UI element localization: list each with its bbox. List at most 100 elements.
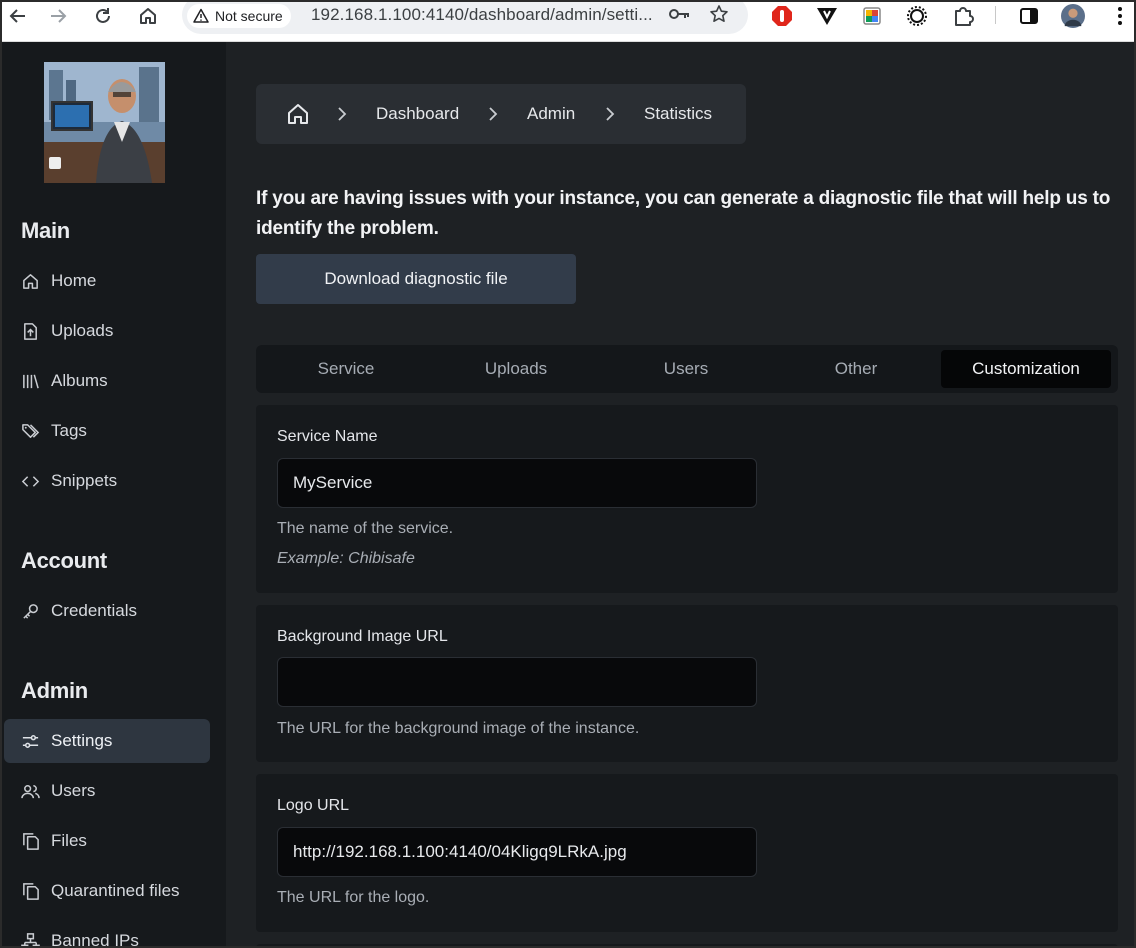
sidebar-item-label: Snippets [51, 471, 118, 490]
palette-icon [863, 7, 881, 25]
main-content: Dashboard Admin Statistics If you are ha… [226, 42, 1134, 946]
puzzle-icon [955, 7, 974, 26]
sidebar-item-label: Albums [51, 371, 108, 390]
logo-illustration [44, 62, 165, 183]
background-image-help: The URL for the background image of the … [277, 720, 640, 737]
forward-button[interactable] [44, 2, 72, 30]
sidebar-item-label: Home [51, 271, 97, 290]
arrow-right-icon [51, 9, 67, 23]
sidebar: Main Home Uploads Albums Tags Snippets A… [2, 42, 226, 948]
home-icon [288, 104, 308, 124]
breadcrumb-admin[interactable]: Admin [527, 104, 575, 124]
code-icon [21, 475, 40, 487]
breadcrumb-home[interactable] [286, 102, 310, 131]
sidebar-item-label: Settings [51, 731, 113, 750]
sidebar-item-label: Banned IPs [51, 931, 139, 948]
security-label: Not secure [215, 8, 283, 24]
browser-toolbar: Not secure 192.168.1.100:4140/dashboard/… [2, 2, 1134, 42]
breadcrumb: Dashboard Admin Statistics [256, 84, 746, 144]
sidebar-item-settings[interactable]: Settings [4, 719, 210, 763]
breadcrumb-statistics[interactable]: Statistics [644, 104, 712, 124]
reload-icon [96, 8, 110, 23]
chevron-right-icon [489, 107, 498, 121]
profile-avatar-icon [1061, 4, 1085, 28]
files-icon [23, 832, 39, 850]
download-diagnostic-button[interactable]: Download diagnostic file [256, 254, 576, 304]
profile-button[interactable] [1061, 4, 1085, 28]
reload-button[interactable] [89, 2, 117, 30]
extension-adblock[interactable] [770, 4, 794, 28]
chevron-right-icon [338, 107, 347, 121]
side-panel-icon [1020, 8, 1038, 24]
address-bar[interactable]: Not secure 192.168.1.100:4140/dashboard/… [182, 2, 748, 34]
kebab-menu-icon [1118, 7, 1122, 25]
sidebar-item-home[interactable]: Home [4, 259, 210, 303]
bookmark-button[interactable] [707, 2, 731, 26]
tab-other[interactable]: Other [771, 350, 941, 388]
tags-icon [22, 423, 40, 438]
sun-gear-icon [907, 6, 927, 26]
users-icon [21, 784, 40, 798]
sidebar-item-credentials[interactable]: Credentials [4, 589, 210, 633]
service-name-input[interactable] [277, 458, 757, 508]
security-chip[interactable]: Not secure [187, 4, 291, 28]
sidebar-item-files[interactable]: Files [4, 819, 210, 863]
network-icon [21, 932, 40, 946]
sliders-icon [22, 734, 39, 748]
service-name-card: Service Name The name of the service. Ex… [256, 405, 1118, 593]
tab-customization[interactable]: Customization [941, 350, 1111, 388]
logo-url-card: Logo URL The URL for the logo. [256, 774, 1118, 932]
extension-color[interactable] [860, 4, 884, 28]
tab-uploads[interactable]: Uploads [431, 350, 601, 388]
tab-users[interactable]: Users [601, 350, 771, 388]
diagnostic-intro-text: If you are having issues with your insta… [256, 188, 1111, 239]
home-icon [23, 273, 38, 289]
sidebar-item-label: Quarantined files [51, 881, 180, 900]
instance-logo [44, 62, 165, 183]
service-name-example: Example: Chibisafe [277, 550, 415, 567]
tab-service[interactable]: Service [261, 350, 431, 388]
extension-vpn[interactable] [815, 4, 839, 28]
stop-sign-icon [772, 6, 792, 26]
star-icon [710, 5, 728, 22]
section-title-admin: Admin [21, 678, 88, 703]
files-icon [23, 882, 39, 900]
chevron-right-icon [606, 107, 615, 121]
sidebar-item-users[interactable]: Users [4, 769, 210, 813]
library-icon [23, 374, 39, 388]
side-panel-button[interactable] [1017, 4, 1041, 28]
logo-url-label: Logo URL [277, 797, 350, 814]
key-icon [23, 603, 38, 619]
sidebar-item-snippets[interactable]: Snippets [4, 459, 210, 503]
home-icon [140, 8, 156, 24]
background-image-label: Background Image URL [277, 628, 448, 645]
browser-menu-button[interactable] [1108, 4, 1132, 28]
breadcrumb-dashboard[interactable]: Dashboard [376, 104, 459, 124]
password-key-button[interactable] [668, 2, 692, 26]
sidebar-item-label: Files [51, 831, 87, 850]
sidebar-item-uploads[interactable]: Uploads [4, 309, 210, 353]
upload-file-icon [24, 322, 37, 340]
toolbar-divider [995, 6, 996, 24]
sidebar-item-banned-ips[interactable]: Banned IPs [4, 919, 210, 948]
arrow-left-icon [9, 9, 25, 23]
extension-gear[interactable] [905, 4, 929, 28]
logo-url-help: The URL for the logo. [277, 889, 430, 906]
sidebar-item-tags[interactable]: Tags [4, 409, 210, 453]
extensions-button[interactable] [951, 4, 975, 28]
shield-v-icon [817, 8, 837, 25]
back-button[interactable] [4, 2, 32, 30]
background-image-url-input[interactable] [277, 657, 757, 707]
key-icon [669, 9, 689, 19]
sidebar-item-label: Users [51, 781, 96, 800]
app-window: Not secure 192.168.1.100:4140/dashboard/… [0, 0, 1136, 948]
sidebar-item-quarantined-files[interactable]: Quarantined files [4, 869, 210, 913]
logo-url-input[interactable] [277, 827, 757, 877]
settings-tabs: Service Uploads Users Other Customizatio… [256, 345, 1118, 393]
url-text[interactable]: 192.168.1.100:4140/dashboard/admin/setti… [311, 5, 653, 25]
sidebar-item-albums[interactable]: Albums [4, 359, 210, 403]
warning-icon [193, 8, 209, 23]
home-button[interactable] [134, 2, 162, 30]
sidebar-item-label: Tags [51, 421, 87, 440]
service-name-label: Service Name [277, 428, 378, 445]
